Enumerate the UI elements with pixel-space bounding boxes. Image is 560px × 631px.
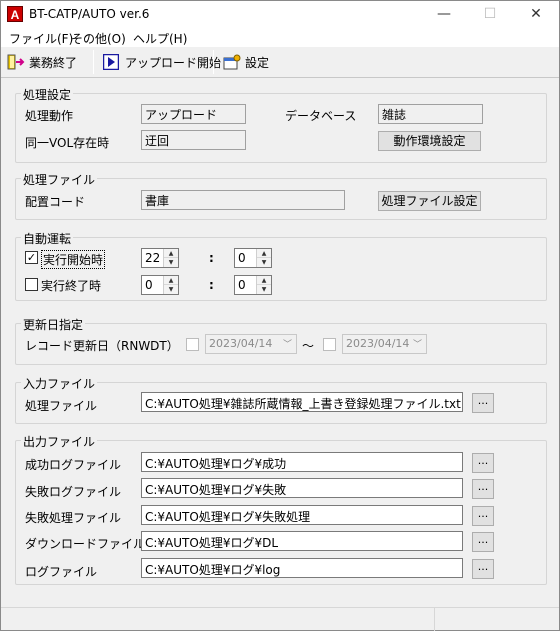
spin-up-icon[interactable]: ▲	[164, 276, 178, 285]
same-vol-label: 同一VOL存在時	[25, 136, 110, 150]
to-date-value: 2023/04/14	[346, 337, 410, 350]
close-button[interactable]: ✕	[513, 1, 559, 29]
file-settings-button[interactable]: 処理ファイル設定	[378, 191, 481, 211]
end-minute-spinner[interactable]: 0 ▲ ▼	[234, 275, 272, 295]
minimize-button[interactable]: —	[421, 1, 467, 29]
to-date-picker[interactable]: 2023/04/14 ﹀	[342, 334, 427, 354]
end-hour-spinner[interactable]: 0 ▲ ▼	[141, 275, 179, 295]
from-date-picker[interactable]: 2023/04/14 ﹀	[205, 334, 297, 354]
processing-settings-title: 処理設定	[21, 86, 74, 103]
failure-process-browse-button[interactable]: ...	[472, 506, 494, 526]
status-bar	[1, 607, 559, 631]
from-date-value: 2023/04/14	[209, 337, 273, 350]
log-file-browse-button[interactable]: ...	[472, 559, 494, 579]
success-log-browse-button[interactable]: ...	[472, 453, 494, 473]
spin-down-icon[interactable]: ▼	[257, 258, 271, 267]
process-file-label: 処理ファイル	[25, 399, 98, 413]
database-field: 雑誌	[378, 104, 483, 124]
chevron-down-icon: ﹀	[412, 340, 422, 350]
update-date-title: 更新日指定	[21, 316, 86, 333]
log-file-label: ログファイル	[25, 565, 98, 579]
toolbar: 業務終了 アップロード開始 設定	[1, 47, 559, 77]
failure-process-input[interactable]: C:¥AUTO処理¥ログ¥失敗処理	[141, 505, 463, 525]
processing-file-title: 処理ファイル	[21, 171, 98, 188]
spin-up-icon[interactable]: ▲	[257, 249, 271, 258]
window-title: BT-CATP/AUTO ver.6	[29, 7, 150, 21]
title-bar: A BT-CATP/AUTO ver.6 — ☐ ✕	[1, 1, 559, 29]
record-update-label: レコード更新日（RNWDT）	[25, 339, 179, 353]
start-hour-value: 22	[145, 251, 161, 265]
download-file-browse-button[interactable]: ...	[472, 532, 494, 552]
action-field: アップロード	[141, 104, 246, 124]
success-log-label: 成功ログファイル	[25, 458, 122, 472]
exit-label: 業務終了	[29, 55, 78, 70]
toolbar-separator	[93, 50, 94, 74]
menu-file[interactable]: ファイル(F)	[9, 30, 73, 47]
maximize-button[interactable]: ☐	[467, 1, 513, 29]
start-time-label: 実行開始時	[41, 250, 106, 269]
toolbar-separator	[213, 50, 214, 74]
end-minute-value: 0	[238, 278, 246, 292]
main-window: A BT-CATP/AUTO ver.6 — ☐ ✕ ファイル(F) その他(O…	[0, 0, 560, 631]
menu-bar: ファイル(F) その他(O) ヘルプ(H)	[1, 29, 559, 47]
failure-process-label: 失敗処理ファイル	[25, 511, 122, 525]
toolbar-divider	[1, 77, 559, 78]
success-log-input[interactable]: C:¥AUTO処理¥ログ¥成功	[141, 452, 463, 472]
output-file-title: 出力ファイル	[21, 433, 98, 450]
upload-start-label: アップロード開始	[125, 55, 222, 70]
end-time-label: 実行終了時	[41, 279, 102, 293]
env-settings-button[interactable]: 動作環境設定	[378, 131, 481, 151]
settings-label: 設定	[245, 55, 270, 70]
log-file-input[interactable]: C:¥AUTO処理¥ログ¥log	[141, 558, 463, 578]
action-label: 処理動作	[25, 109, 74, 123]
chevron-down-icon: ﹀	[282, 340, 292, 350]
from-date-checkbox[interactable]	[186, 338, 199, 351]
process-file-input[interactable]: C:¥AUTO処理¥雑誌所蔵情報_上書き登録処理ファイル.txt	[141, 392, 463, 412]
app-icon: A	[7, 6, 23, 22]
status-cell	[435, 608, 559, 631]
download-file-input[interactable]: C:¥AUTO処理¥ログ¥DL	[141, 531, 463, 551]
location-code-field: 書庫	[141, 190, 345, 210]
location-code-label: 配置コード	[25, 195, 86, 209]
menu-other[interactable]: その他(O)	[71, 30, 126, 47]
spin-down-icon[interactable]: ▼	[164, 258, 178, 267]
download-file-label: ダウンロードファイル	[25, 537, 146, 551]
spin-down-icon[interactable]: ▼	[257, 285, 271, 294]
input-file-title: 入力ファイル	[21, 375, 98, 392]
spin-up-icon[interactable]: ▲	[164, 249, 178, 258]
to-date-checkbox[interactable]	[323, 338, 336, 351]
time-colon: :	[209, 278, 214, 292]
failure-log-browse-button[interactable]: ...	[472, 479, 494, 499]
same-vol-field: 迂回	[141, 130, 246, 150]
range-tilde: ～	[302, 339, 315, 353]
exit-button[interactable]: 業務終了	[7, 51, 77, 73]
exit-door-icon	[7, 54, 25, 70]
start-time-checkbox[interactable]: ✓	[25, 251, 38, 264]
start-hour-spinner[interactable]: 22 ▲ ▼	[141, 248, 179, 268]
play-arrow-icon	[102, 53, 120, 71]
menu-help[interactable]: ヘルプ(H)	[133, 30, 187, 47]
end-hour-value: 0	[145, 278, 153, 292]
process-file-browse-button[interactable]: ...	[472, 393, 494, 413]
database-label: データベース	[285, 109, 357, 123]
time-colon: :	[209, 251, 214, 265]
start-minute-value: 0	[238, 251, 246, 265]
settings-window-icon	[223, 54, 241, 70]
auto-run-title: 自動運転	[21, 230, 74, 247]
failure-log-input[interactable]: C:¥AUTO処理¥ログ¥失敗	[141, 478, 463, 498]
failure-log-label: 失敗ログファイル	[25, 485, 122, 499]
spin-up-icon[interactable]: ▲	[257, 276, 271, 285]
spin-down-icon[interactable]: ▼	[164, 285, 178, 294]
settings-button[interactable]: 設定	[223, 51, 269, 73]
upload-start-button[interactable]: アップロード開始	[102, 51, 222, 73]
status-cell	[1, 608, 435, 631]
end-time-checkbox[interactable]	[25, 278, 38, 291]
start-minute-spinner[interactable]: 0 ▲ ▼	[234, 248, 272, 268]
